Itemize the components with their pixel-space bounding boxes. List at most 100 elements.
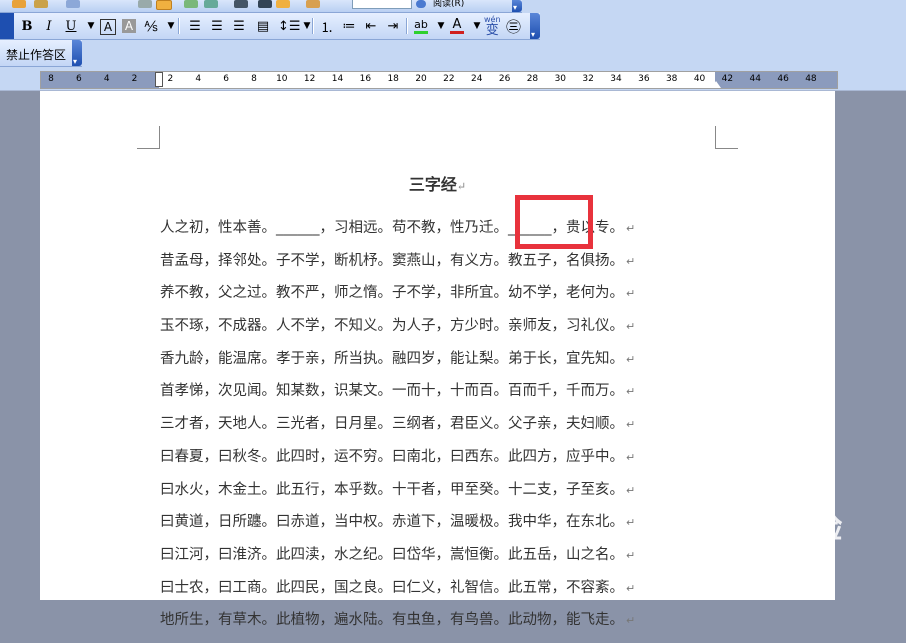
line-spacing-icon[interactable]: ↕☰	[278, 17, 301, 35]
separator	[406, 18, 408, 34]
insert-excel-icon[interactable]	[184, 0, 198, 8]
phonetic-guide-button[interactable]: wén 变	[484, 15, 501, 38]
text-line[interactable]: 曰士农，曰工商。此四民，国之良。曰仁义，礼智信。此五常，不容紊。 ↵	[160, 578, 680, 611]
horizontal-ruler[interactable]: 8 6 4 2 2 4 6 8 10 12 14 16 18 20 22 24 26 28 30 32 34 36 38 40…	[40, 71, 838, 89]
hyperlink-icon[interactable]	[138, 0, 152, 8]
permission-icon[interactable]	[34, 0, 48, 8]
columns-icon[interactable]	[204, 0, 218, 8]
toolbar-options-icon[interactable]	[72, 40, 82, 66]
ruler-tick: 6	[223, 74, 229, 84]
document-body[interactable]: 人之初，性本善。______，习相远。苟不教，性乃迁。______，贵以专。 ↵ 昔…	[160, 218, 680, 643]
bullets-icon[interactable]: ≔	[342, 17, 356, 35]
phonetic-char: 变	[485, 23, 499, 38]
ruler-tick: 2	[131, 74, 138, 84]
ruler-tick: 6	[75, 74, 82, 84]
paragraph-mark: ↵	[626, 222, 636, 235]
formatting-toolbar: B I U ▼ A A ⅍ ▼ ☰ ☰ ☰ ▤ ↕☰ ▼ ⒈ ≔ ⇤ ⇥ ab …	[0, 13, 540, 40]
line-text: 香九龄，能温席。孝于亲，所当执。融四岁，能让梨。弟于长，宜先知。	[160, 350, 624, 367]
text-line[interactable]: 养不教，父之过。教不严，师之惰。子不学，非所宜。幼不学，老何为。 ↵	[160, 283, 680, 316]
line-text: 三才者，天地人。三光者，日月星。三纲者，君臣义。父子亲，夫妇顺。	[160, 416, 624, 433]
help-icon[interactable]	[416, 0, 426, 8]
show-hide-icon[interactable]	[276, 0, 290, 8]
text-line[interactable]: 首孝悌，次见闻。知某数，识某文。一而十，十而百。百而千，千而万。 ↵	[160, 381, 680, 414]
ink-icon[interactable]	[306, 0, 320, 8]
align-left-icon[interactable]: ☰	[188, 17, 202, 35]
document-title[interactable]: 三字经↵	[40, 171, 835, 195]
paragraph-mark: ↵	[626, 320, 636, 334]
watermark-url: jingyan.baidu.com	[692, 555, 812, 570]
ruler-tick: 28	[526, 74, 539, 84]
toolbar-grip[interactable]	[0, 13, 14, 39]
text-line[interactable]: 曰水火，木金土。此五行，本乎数。十干者，甲至癸。十二支，子至亥。 ↵	[160, 480, 680, 513]
line-text: 首孝悌，次见闻。知某数，识某文。一而十，十而百。百而千，千而万。	[160, 383, 624, 400]
text-line[interactable]: 昔孟母，择邻处。子不学，断机杼。窦燕山，有义方。教五子，名俱扬。 ↵	[160, 251, 680, 284]
document-map-icon[interactable]	[258, 0, 272, 8]
paragraph-mark: ↵	[626, 352, 636, 366]
bold-button[interactable]: B	[20, 17, 34, 35]
font-color-dropdown-icon[interactable]: ▼	[470, 17, 484, 35]
underline-button[interactable]: U	[64, 17, 78, 35]
read-button[interactable]: 阅读(R)	[433, 0, 464, 9]
highlight-icon[interactable]: ab	[414, 17, 428, 34]
text-line[interactable]: 三才者，天地人。三光者，日月星。三纲者，君臣义。父子亲，夫妇顺。 ↵	[160, 414, 680, 447]
ruler-tick: 20	[415, 74, 427, 84]
baidu-watermark: Baidu经验 jingyan.baidu.com	[680, 503, 844, 570]
text-line[interactable]: 人之初，性本善。______，习相远。苟不教，性乃迁。______，贵以专。 ↵	[160, 218, 680, 251]
character-scaling-icon[interactable]: ⅍	[144, 17, 158, 35]
separator	[178, 18, 180, 34]
right-indent-marker[interactable]	[711, 81, 721, 88]
indent-marker[interactable]	[155, 72, 163, 87]
paragraph-mark: ↵	[626, 614, 636, 628]
drawing-icon[interactable]	[234, 0, 248, 8]
text-line[interactable]: 玉不琢，不成器。人不学，不知义。为人子，方少时。亲师友，习礼仪。 ↵	[160, 316, 680, 349]
line-text: 地所生，有草木。此植物，遍水陆。有虫鱼，有鸟兽。此动物，能飞走。	[160, 612, 624, 629]
highlight-dropdown-icon[interactable]: ▼	[434, 17, 448, 35]
text-line[interactable]: 香九龄，能温席。孝于亲，所当执。融四岁，能让梨。弟于长，宜先知。 ↵	[160, 349, 680, 382]
ruler-tick: 46	[777, 74, 789, 84]
line-text: 昔孟母，择邻处。子不学，断机杼。窦燕山，有义方。教五子，名俱扬。	[160, 252, 624, 269]
ruler-tick: 38	[665, 74, 678, 84]
align-right-icon[interactable]: ☰	[232, 17, 246, 35]
enclose-characters-icon[interactable]: ㊂	[506, 17, 521, 36]
paragraph-mark: ↵	[626, 483, 636, 497]
text-line[interactable]: 曰江河，曰淮济。此四渎，水之纪。曰岱华，嵩恒衡。此五岳，山之名。 ↵	[160, 545, 680, 578]
line-text: 曰江河，曰淮济。此四渎，水之纪。曰岱华，嵩恒衡。此五岳，山之名。	[160, 546, 624, 563]
line-text: 玉不琢，不成器。人不学，不知义。为人子，方少时。亲师友，习礼仪。	[160, 318, 624, 335]
zoom-select[interactable]	[352, 0, 412, 9]
paragraph-mark: ↵	[626, 581, 636, 595]
text-line[interactable]: 曰春夏，曰秋冬。此四时，运不穷。曰南北，曰西东。此四方，应乎中。 ↵	[160, 447, 680, 480]
open-icon[interactable]	[12, 0, 26, 8]
ruler-tick: 12	[303, 74, 316, 84]
paragraph-mark: ↵	[456, 180, 467, 193]
underline-dropdown-icon[interactable]: ▼	[84, 17, 98, 35]
ruler-tick: 32	[582, 74, 594, 84]
align-center-icon[interactable]: ☰	[210, 17, 224, 35]
italic-button[interactable]: I	[42, 17, 56, 35]
standard-toolbar: 阅读(R)	[0, 0, 522, 13]
toolbar-options-icon[interactable]	[530, 13, 540, 39]
decrease-indent-icon[interactable]: ⇤	[364, 17, 378, 35]
protect-area-label[interactable]: 禁止作答区	[6, 46, 66, 63]
watermark-logo: Baidu经验	[680, 511, 844, 546]
tables-borders-icon[interactable]	[156, 0, 172, 10]
character-shading-button[interactable]: A	[122, 19, 136, 33]
ruler-tick: 10	[276, 74, 288, 84]
ruler-tick: 16	[359, 74, 372, 84]
margin-corner-top-left	[137, 126, 160, 149]
highlight-box	[515, 195, 593, 249]
undo-icon[interactable]	[66, 0, 80, 8]
line-text: 曰士农，曰工商。此四民，国之良。曰仁义，礼智信。此五常，不容紊。	[160, 579, 624, 596]
toolbar-options-icon[interactable]	[512, 0, 522, 12]
increase-indent-icon[interactable]: ⇥	[386, 17, 400, 35]
scaling-dropdown-icon[interactable]: ▼	[164, 17, 178, 35]
paragraph-mark: ↵	[626, 287, 636, 301]
ruler-tick: 34	[610, 74, 622, 84]
ruler-tick: 4	[195, 74, 202, 84]
text-line[interactable]: 曰黄道，日所躔。曰赤道，当中权。赤道下，温暖极。我中华，在东北。 ↵	[160, 512, 680, 545]
paragraph-mark: ↵	[626, 516, 636, 530]
numbering-icon[interactable]: ⒈	[320, 17, 334, 36]
distributed-align-icon[interactable]: ▤	[256, 17, 270, 35]
font-color-icon[interactable]: A	[450, 17, 464, 34]
character-border-button[interactable]: A	[100, 19, 116, 35]
text-line[interactable]: 地所生，有草木。此植物，遍水陆。有虫鱼，有鸟兽。此动物，能飞走。 ↵	[160, 610, 680, 643]
